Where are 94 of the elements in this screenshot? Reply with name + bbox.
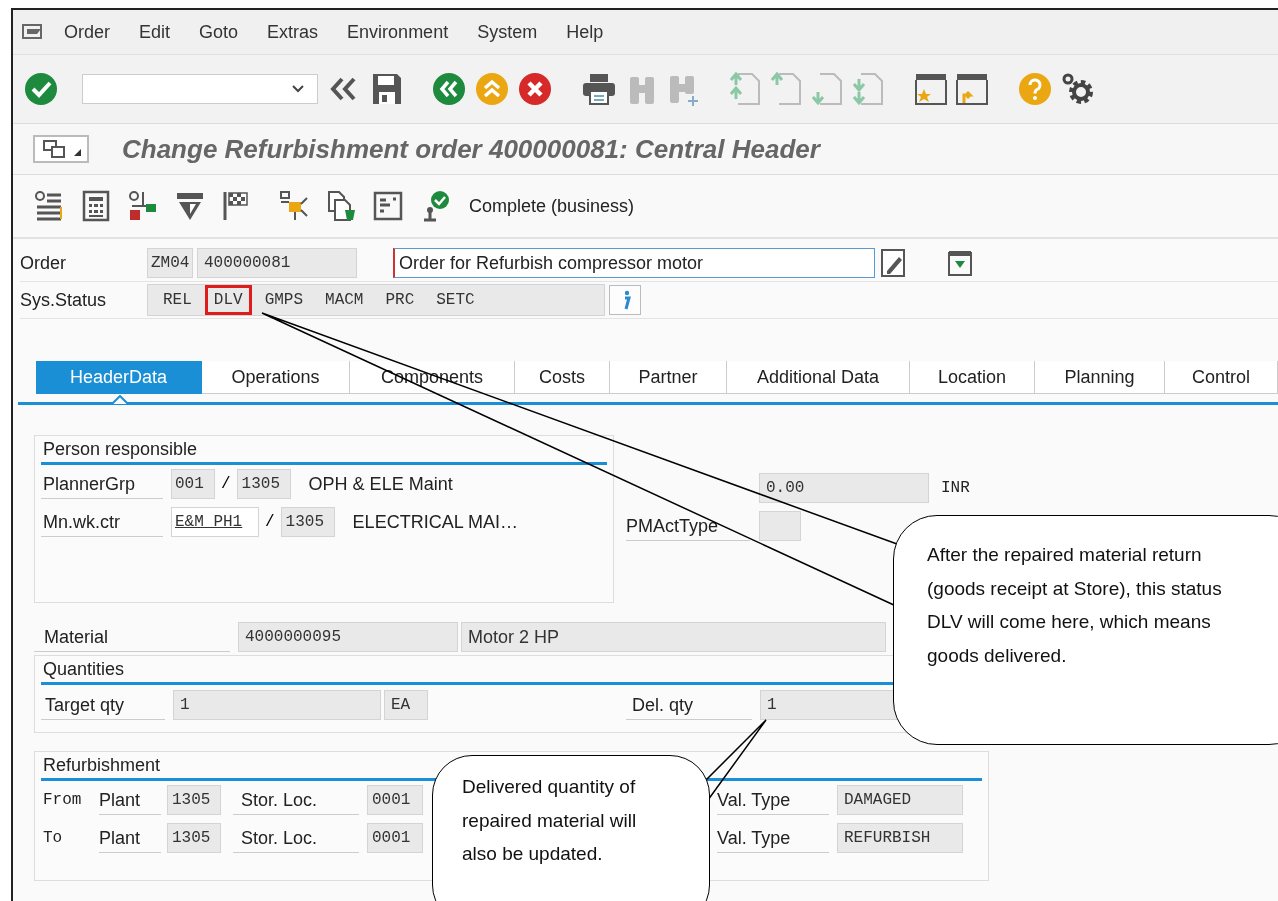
quantity-field[interactable]: 1 (173, 690, 381, 720)
callout-text: After the repaired material return (goods receipt at Store), this status DLV will come here, which means goods delivered. (927, 543, 1223, 668)
stamp-icon[interactable] (175, 190, 205, 222)
window-title: Change Refurbishment order 400000081: Central Header (122, 133, 820, 165)
cancel-icon[interactable] (518, 72, 552, 106)
menu-item[interactable]: System (477, 21, 538, 43)
save-icon[interactable] (372, 73, 402, 105)
list-icon[interactable] (34, 190, 64, 222)
menu-item[interactable]: Extras (267, 21, 319, 43)
field-label: Stor. Loc. (233, 823, 359, 853)
plant-field[interactable]: 1305 (167, 823, 221, 853)
field-label: PlannerGrp (41, 469, 163, 499)
status-code: PRC (384, 290, 416, 311)
plant-field[interactable]: 1305 (236, 469, 291, 499)
field-label: PMActType (626, 511, 750, 541)
tab[interactable]: Control (1165, 361, 1278, 394)
tab[interactable]: Additional Data (727, 361, 910, 394)
menu-item[interactable]: Goto (199, 21, 239, 43)
field-label: Val. Type (717, 823, 829, 853)
field-label: Plant (99, 785, 161, 815)
valuation-type-field[interactable]: REFURBISH (837, 823, 963, 853)
description-text: ELECTRICAL MAI… (352, 511, 518, 533)
field-label: Target qty (41, 690, 165, 720)
menu-button[interactable] (33, 135, 89, 163)
valuation-type-field[interactable]: DAMAGED (837, 785, 963, 815)
order-number-field[interactable]: 400000081 (197, 248, 357, 278)
caret-icon[interactable] (74, 149, 81, 156)
back-icon[interactable] (432, 72, 466, 106)
status-code: MACM (324, 290, 365, 311)
shortcut-window-icon[interactable] (956, 73, 988, 105)
field-label: Plant (99, 823, 161, 853)
description-field[interactable]: Order for Refurbish compressor motor (393, 248, 875, 278)
group-title: Person responsible (41, 436, 607, 465)
complete-button[interactable]: Complete (business) (467, 191, 637, 221)
unit-field[interactable]: EA (384, 690, 428, 720)
long-text-icon[interactable] (881, 249, 907, 277)
command-field[interactable] (82, 74, 318, 104)
field-label: Sys.Status (20, 289, 108, 311)
new-window-icon[interactable] (915, 73, 947, 105)
status-code: SETC (435, 290, 476, 311)
next-page-icon (812, 72, 844, 106)
input-field[interactable] (759, 511, 801, 541)
menu-icon[interactable] (22, 24, 42, 40)
dropdown-icon[interactable] (291, 84, 305, 94)
document-icon[interactable] (947, 249, 973, 277)
input-field[interactable]: E&M_PH1 (171, 507, 259, 537)
tab[interactable]: Costs (515, 361, 610, 394)
storage-location-field[interactable]: 0001 (367, 823, 423, 853)
description-text: OPH & ELE Maint (308, 473, 453, 495)
info-button[interactable] (609, 285, 641, 315)
separator-text: / (265, 513, 275, 531)
scales-icon[interactable] (128, 190, 158, 222)
order-type-field[interactable]: ZM04 (147, 248, 193, 278)
printer-icon[interactable] (582, 73, 616, 105)
settings-icon[interactable] (1061, 72, 1095, 106)
cost-field[interactable]: 0.00 (759, 473, 929, 503)
direction-text: From (43, 791, 83, 809)
material-description-field[interactable]: Motor 2 HP (461, 622, 886, 652)
check-icon[interactable] (24, 72, 58, 106)
field-label: Material (34, 622, 230, 652)
field-label: Mn.wk.ctr (41, 507, 163, 537)
input-field[interactable]: 001 (171, 469, 215, 499)
double-chevron-icon[interactable] (328, 76, 358, 102)
tab[interactable]: Partner (610, 361, 727, 394)
network-icon[interactable] (279, 190, 309, 222)
storage-location-field[interactable]: 0001 (367, 785, 423, 815)
field-label: Stor. Loc. (233, 785, 359, 815)
field-label: Val. Type (717, 785, 829, 815)
material-field[interactable]: 4000000095 (238, 622, 458, 652)
quantity-field[interactable]: 1 (760, 690, 900, 720)
previous-page-icon (771, 72, 803, 106)
status-code: GMPS (263, 290, 305, 311)
plant-field[interactable]: 1305 (167, 785, 221, 815)
status-code: DLV (204, 285, 252, 315)
last-page-icon (853, 72, 885, 106)
status-code: REL (162, 290, 193, 311)
tab[interactable]: Planning (1035, 361, 1165, 394)
tab[interactable]: Location (910, 361, 1035, 394)
menu-item[interactable]: Help (566, 21, 604, 43)
documents-icon[interactable] (326, 190, 356, 222)
menu-item[interactable]: Order (64, 21, 110, 43)
currency-text: INR (941, 479, 970, 497)
direction-text: To (43, 829, 64, 847)
field-label: Order (20, 252, 67, 274)
field-label: Del. qty (626, 690, 752, 720)
menu-item[interactable]: Edit (139, 21, 171, 43)
plant-field[interactable]: 1305 (280, 507, 335, 537)
form-icon[interactable] (373, 190, 403, 222)
menu-item[interactable]: Environment (347, 21, 449, 43)
separator-text: / (221, 475, 231, 493)
tab[interactable]: Operations (202, 361, 350, 394)
display-icon[interactable] (43, 140, 65, 158)
calculator-icon[interactable] (81, 190, 111, 222)
first-page-icon (730, 72, 762, 106)
